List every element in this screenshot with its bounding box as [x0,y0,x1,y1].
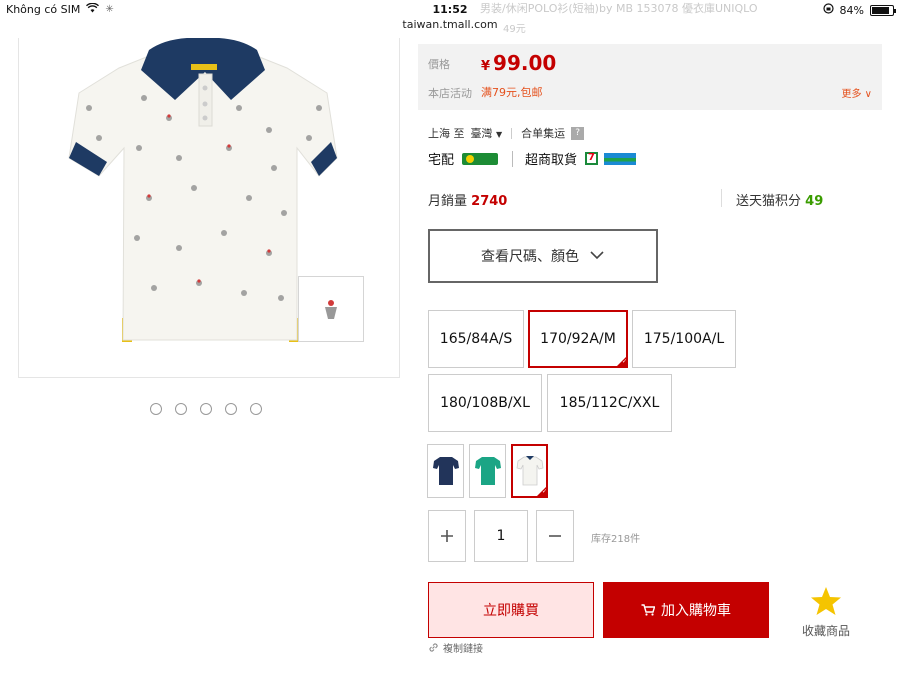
carousel-dot[interactable] [175,403,187,415]
chevron-down-icon: ∨ [861,89,872,100]
size-option-s[interactable]: 165/84A/S [428,310,524,368]
detail-thumbnail[interactable] [298,276,364,342]
ghost-price: 49元 [503,24,526,35]
tmall-points-value: 49 [805,194,824,209]
quantity-decrease-button[interactable] [536,510,574,562]
selected-check-icon [616,356,627,367]
more-promos-link[interactable]: 更多 ∨ [842,85,873,100]
add-to-cart-label: 加入購物車 [661,603,731,619]
home-delivery-label: 宅配 [428,153,455,168]
green-shirt-thumbnail [474,457,501,485]
favorite-button[interactable]: 收藏商品 [796,586,856,639]
size-option-l[interactable]: 175/100A/L [632,310,736,368]
buy-now-button[interactable]: 立即購買 [428,582,594,638]
seven-eleven-logo-icon [585,152,599,165]
combine-shipping: 合单集运 [521,127,566,140]
size-color-toggle-button[interactable]: 查看尺碼、顏色 [428,229,658,283]
price-box: 價格 ¥99.00 本店活动 满79元,包邮 更多 ∨ [418,44,882,110]
add-to-cart-button[interactable]: 加入購物車 [603,582,769,638]
minus-icon [549,535,561,537]
ship-from: 上海 至 [428,127,465,140]
battery-percent: 84% [839,3,864,17]
carousel-dots [150,403,262,415]
shuttlecock-detail-icon [325,300,337,319]
color-swatch-navy[interactable] [427,444,464,498]
familymart-logo-icon [604,152,637,165]
page-title-ghost: 男装/休闲POLO衫(短袖)by MB 153078 優衣庫UNIQLO [480,2,758,15]
chevron-down-icon [589,248,605,264]
delivery-options: 宅配 超商取貨 [428,149,637,168]
monthly-sales-value: 2740 [471,194,508,209]
ship-destination-select[interactable]: 臺灣 ▼ [471,125,503,141]
star-icon [811,587,841,615]
help-icon[interactable]: ? [571,126,585,140]
copy-link[interactable]: 複制鏈接 [428,640,483,655]
stock-count: 库存218件 [591,534,641,545]
quantity-input[interactable]: 1 [474,510,528,562]
cart-icon [641,604,655,616]
promo-label: 本店活动 [428,87,472,100]
black-cat-logo-icon [462,152,499,165]
price-label: 價格 [428,58,450,71]
status-right: 84% [822,3,896,17]
size-option-xxl[interactable]: 185/112C/XXL [547,374,672,432]
carousel-dot[interactable] [225,403,237,415]
size-color-toggle-label: 查看尺碼、顏色 [481,249,579,265]
promo-text: 满79元,包邮 [481,86,543,99]
caret-down-icon: ▼ [496,130,503,139]
status-bar: Không có SIM ✳ 11:52 84% [0,0,900,18]
color-swatch-white[interactable] [511,444,548,498]
store-pickup-label: 超商取貨 [525,153,578,168]
price-value: ¥99.00 [481,51,557,75]
battery-icon [870,4,896,16]
copy-link-label: 複制鏈接 [443,644,483,655]
shipping-route: 上海 至 臺灣 ▼ 合单集运 ? [428,125,585,141]
carousel-dot[interactable] [150,403,162,415]
status-time: 11:52 [432,3,468,16]
navy-shirt-thumbnail [432,457,459,485]
quantity-increase-button[interactable] [428,510,466,562]
color-swatch-green[interactable] [469,444,506,498]
main-product-image[interactable] [18,37,400,378]
orientation-lock-icon [822,3,834,17]
url-bar[interactable]: taiwan.tmall.com [0,18,900,36]
plus-icon [441,530,453,542]
selected-check-icon [536,486,547,497]
monthly-sales: 月銷量 2740 [428,194,508,209]
tmall-points: 送天猫积分 49 [736,194,824,209]
size-option-xl[interactable]: 180/108B/XL [428,374,542,432]
size-option-m[interactable]: 170/92A/M [528,310,628,368]
carousel-dot[interactable] [250,403,262,415]
carousel-dot[interactable] [200,403,212,415]
white-shirt-thumbnail [516,456,543,486]
link-icon [429,643,438,652]
favorite-label: 收藏商品 [801,624,850,638]
